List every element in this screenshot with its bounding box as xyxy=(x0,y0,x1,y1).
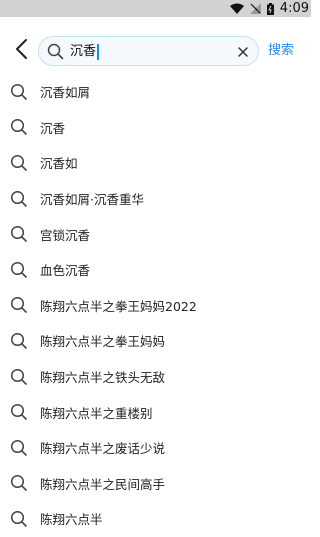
status-time: 4:09 xyxy=(279,1,309,16)
search-icon xyxy=(10,474,28,492)
search-icon xyxy=(10,296,28,314)
suggestion-label: 沉香如 xyxy=(40,156,78,172)
suggestion-label: 沉香如屑·沉香重华 xyxy=(40,192,144,208)
search-icon xyxy=(10,261,28,279)
suggestion-item[interactable]: 陈翔六点半之民间高手 xyxy=(0,466,311,502)
search-icon xyxy=(10,332,28,350)
suggestion-item[interactable]: 陈翔六点半之重楼别 xyxy=(0,394,311,430)
suggestion-item[interactable]: 陈翔六点半之拳王妈妈 xyxy=(0,323,311,359)
suggestion-item[interactable]: 宫锁沉香 xyxy=(0,216,311,252)
suggestion-label: 陈翔六点半之民间高手 xyxy=(40,476,166,492)
suggestion-item[interactable]: 沉香如屑 xyxy=(0,74,311,110)
search-input[interactable]: 沉香 xyxy=(38,36,259,66)
text-caret xyxy=(97,44,100,60)
suggestion-item[interactable]: 血色沉香 xyxy=(0,252,311,288)
no-signal-icon xyxy=(249,3,261,14)
suggestion-item[interactable]: 陈翔六点半之铁头无敌 xyxy=(0,359,311,395)
search-icon xyxy=(10,154,28,172)
search-icon xyxy=(10,368,28,386)
search-icon xyxy=(10,403,28,421)
suggestion-item[interactable]: 陈翔六点半之拳王妈妈2022 xyxy=(0,288,311,324)
suggestion-item[interactable]: 沉香如屑·沉香重华 xyxy=(0,181,311,217)
back-button[interactable] xyxy=(8,36,34,66)
suggestion-item[interactable]: 陈翔六点半 xyxy=(0,501,311,537)
suggestion-label: 陈翔六点半之拳王妈妈2022 xyxy=(40,298,197,314)
search-icon xyxy=(10,190,28,208)
suggestion-item[interactable]: 沉香如 xyxy=(0,145,311,181)
battery-icon xyxy=(266,2,274,15)
suggestion-item[interactable]: 沉香 xyxy=(0,110,311,146)
suggestion-label: 沉香 xyxy=(40,120,66,136)
suggestion-label: 陈翔六点半之拳王妈妈 xyxy=(40,334,166,350)
close-icon[interactable] xyxy=(236,44,250,58)
chevron-left-icon xyxy=(14,38,28,64)
search-submit-button[interactable]: 搜索 xyxy=(268,36,294,66)
suggestion-label: 沉香如屑 xyxy=(40,85,91,101)
search-query[interactable]: 沉香 xyxy=(70,42,100,62)
search-header: 沉香 搜索 xyxy=(0,28,311,74)
wifi-icon xyxy=(229,3,244,14)
search-icon xyxy=(10,118,28,136)
suggestion-label: 陈翔六点半之废话少说 xyxy=(40,441,166,457)
suggestion-label: 陈翔六点半 xyxy=(40,512,103,528)
search-icon xyxy=(10,83,28,101)
suggestion-list: 沉香如屑沉香沉香如沉香如屑·沉香重华 宫锁沉香血色沉香陈翔六点半之拳王妈妈2022… xyxy=(0,74,311,537)
search-icon xyxy=(10,510,28,528)
search-icon xyxy=(47,43,64,64)
search-icon xyxy=(10,225,28,243)
suggestion-label: 血色沉香 xyxy=(40,263,91,279)
suggestion-item[interactable]: 陈翔六点半之废话少说 xyxy=(0,430,311,466)
search-query-text: 沉香 xyxy=(70,44,97,59)
search-icon xyxy=(10,439,28,457)
suggestion-label: 陈翔六点半之重楼别 xyxy=(40,405,153,421)
status-bar: 4:09 xyxy=(0,0,311,17)
suggestion-label: 陈翔六点半之铁头无敌 xyxy=(40,370,166,386)
suggestion-label: 宫锁沉香 xyxy=(40,227,91,243)
status-icons: 4:09 xyxy=(229,0,309,17)
